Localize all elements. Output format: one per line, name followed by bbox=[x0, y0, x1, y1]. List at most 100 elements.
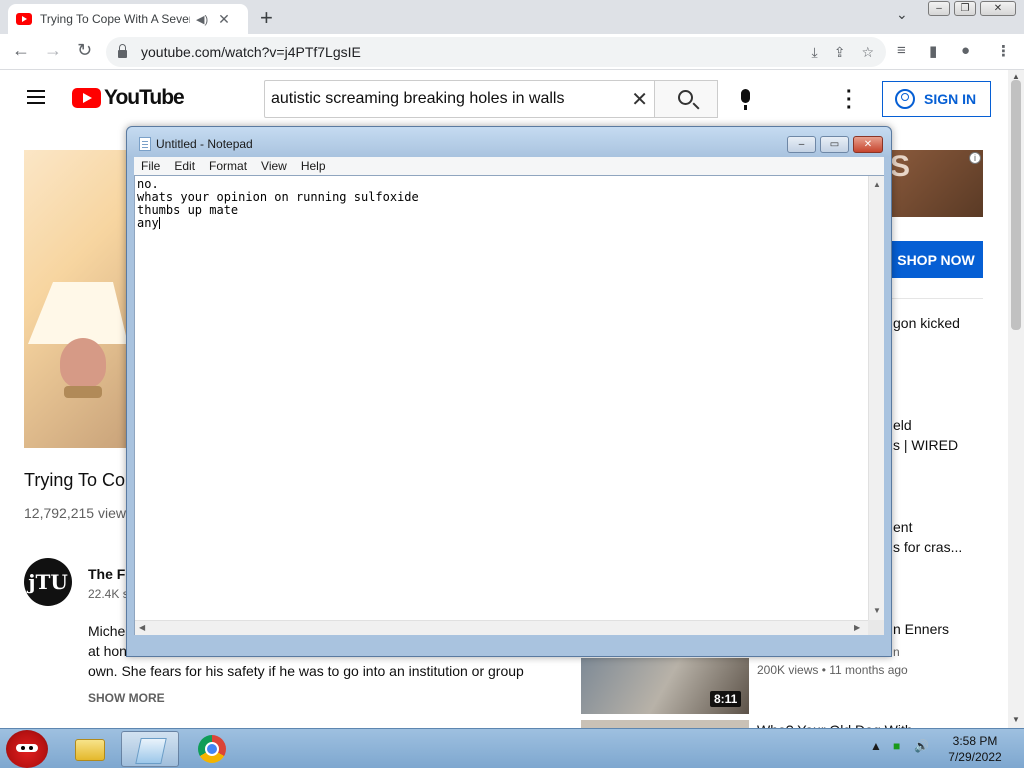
hamburger-menu-icon[interactable] bbox=[27, 90, 45, 104]
notepad-vertical-scrollbar[interactable]: ▲ ▼ bbox=[868, 176, 884, 620]
video-player[interactable] bbox=[24, 150, 128, 448]
recommended-title[interactable]: n Enners bbox=[893, 621, 949, 637]
browser-tab-strip: Trying To Cope With A Severely Autistic … bbox=[0, 0, 1024, 34]
recommended-title-line2[interactable]: s for cras... bbox=[893, 539, 962, 555]
clock-date: 7/29/2022 bbox=[948, 750, 1002, 764]
show-more-button[interactable]: SHOW MORE bbox=[88, 691, 165, 705]
lock-icon[interactable] bbox=[118, 44, 127, 58]
recommended-title[interactable]: ent bbox=[893, 519, 912, 535]
notepad-maximize-button[interactable]: ▭ bbox=[820, 136, 849, 153]
scroll-down-arrow-icon[interactable]: ▼ bbox=[1012, 715, 1020, 724]
volume-icon[interactable]: 🔊 bbox=[914, 739, 929, 753]
media-controls-icon[interactable]: ≡ bbox=[897, 42, 906, 59]
recommended-title[interactable]: gon kicked bbox=[893, 315, 960, 331]
network-icon[interactable]: ■ bbox=[893, 739, 900, 753]
browser-minimize-button[interactable]: – bbox=[928, 1, 950, 16]
video-title: Trying To Co bbox=[24, 470, 126, 490]
browser-tab-youtube[interactable]: Trying To Cope With A Severely Autistic … bbox=[8, 4, 248, 34]
taskbar-chrome[interactable] bbox=[183, 731, 241, 767]
recommended-title-line2[interactable]: s | WIRED bbox=[893, 437, 958, 453]
scroll-thumb[interactable] bbox=[1011, 80, 1021, 330]
scroll-left-arrow-icon[interactable]: ◀ bbox=[139, 623, 145, 632]
lamp-foot bbox=[64, 386, 102, 398]
side-panel-icon[interactable]: ▮ bbox=[929, 42, 937, 60]
chrome-icon bbox=[198, 735, 226, 763]
lamp-base bbox=[60, 338, 106, 388]
notepad-horizontal-scrollbar[interactable]: ◀ ▶ bbox=[135, 620, 868, 635]
tab-title: Trying To Cope With A Severely Autistic … bbox=[40, 12, 190, 26]
resize-grip[interactable] bbox=[868, 620, 884, 635]
notepad-title: Untitled - Notepad bbox=[156, 137, 253, 151]
chrome-menu-icon[interactable]: ⋮ bbox=[996, 42, 1011, 60]
view-count: 12,792,215 view bbox=[24, 505, 126, 521]
youtube-logo-icon[interactable] bbox=[72, 88, 101, 108]
back-arrow-icon[interactable]: ← bbox=[12, 40, 30, 61]
youtube-header: YouTube autistic screaming breaking hole… bbox=[0, 70, 1008, 128]
microphone-icon[interactable] bbox=[741, 89, 750, 110]
youtube-search-input[interactable]: autistic screaming breaking holes in wal… bbox=[264, 80, 655, 118]
address-bar[interactable]: youtube.com/watch?v=j4PTf7LgsIE ⤓ ⇪ ☆ bbox=[106, 37, 886, 67]
channel-name[interactable]: The Fl bbox=[88, 566, 129, 582]
youtube-favicon-icon bbox=[16, 13, 32, 25]
channel-avatar[interactable]: jTU bbox=[24, 558, 72, 606]
reload-icon[interactable]: ↻ bbox=[77, 40, 92, 61]
text-line: thumbs up mate bbox=[137, 203, 239, 217]
text-line: whats your opinion on running sulfoxide bbox=[137, 190, 419, 204]
browser-restore-button[interactable]: ❐ bbox=[954, 1, 976, 16]
account-icon bbox=[895, 89, 915, 109]
scroll-down-arrow-icon[interactable]: ▼ bbox=[873, 606, 881, 615]
taskbar-notepad[interactable] bbox=[121, 731, 179, 767]
menu-file[interactable]: File bbox=[134, 159, 167, 173]
notepad-window[interactable]: Untitled - Notepad – ▭ ✕ File Edit Forma… bbox=[126, 126, 892, 657]
notepad-minimize-button[interactable]: – bbox=[787, 136, 816, 153]
taskbar-clock[interactable]: 3:58 PM 7/29/2022 bbox=[940, 733, 1010, 765]
clear-search-icon[interactable]: ✕ bbox=[631, 87, 648, 112]
scroll-up-arrow-icon[interactable]: ▲ bbox=[873, 180, 881, 189]
forward-arrow-icon[interactable]: → bbox=[44, 40, 62, 61]
search-query[interactable]: autistic screaming breaking holes in wal… bbox=[271, 90, 564, 108]
notepad-content[interactable]: no. whats your opinion on running sulfox… bbox=[137, 178, 419, 230]
close-tab-icon[interactable]: ✕ bbox=[218, 11, 230, 28]
settings-kebab-icon[interactable]: · · · bbox=[846, 82, 853, 118]
new-tab-button[interactable]: + bbox=[260, 5, 273, 31]
install-icon[interactable]: ⤓ bbox=[812, 44, 818, 61]
menu-edit[interactable]: Edit bbox=[167, 159, 202, 173]
notepad-icon bbox=[139, 137, 151, 151]
tab-search-chevron-icon[interactable]: ⌄ bbox=[896, 6, 908, 23]
search-button[interactable] bbox=[654, 80, 718, 118]
show-hidden-icons-icon[interactable]: ▲ bbox=[870, 739, 882, 753]
recommended-channel: n bbox=[893, 645, 900, 659]
bookmark-star-icon[interactable]: ☆ bbox=[861, 44, 874, 61]
page-scrollbar[interactable]: ▲ ▼ bbox=[1008, 70, 1024, 728]
sign-in-button[interactable]: SIGN IN bbox=[882, 81, 991, 117]
sign-in-label: SIGN IN bbox=[924, 91, 977, 107]
search-icon bbox=[678, 90, 693, 105]
subscriber-count: 22.4K s bbox=[88, 587, 129, 601]
text-caret bbox=[158, 217, 160, 229]
menu-format[interactable]: Format bbox=[202, 159, 254, 173]
share-icon[interactable]: ⇪ bbox=[834, 44, 846, 61]
recommended-meta: 200K views • 11 months ago bbox=[757, 663, 908, 677]
profile-avatar-icon[interactable]: ● bbox=[961, 42, 970, 59]
browser-close-button[interactable]: ✕ bbox=[980, 1, 1016, 16]
recommended-title[interactable]: eld bbox=[893, 417, 912, 433]
scroll-right-arrow-icon[interactable]: ▶ bbox=[854, 623, 860, 632]
taskbar-explorer[interactable] bbox=[60, 731, 118, 767]
notepad-icon bbox=[135, 738, 167, 764]
video-duration-badge: 8:11 bbox=[710, 691, 742, 707]
clock-time: 3:58 PM bbox=[952, 734, 998, 748]
start-button-icon[interactable] bbox=[6, 730, 48, 768]
folder-icon bbox=[75, 739, 105, 761]
browser-toolbar: ← → ↻ youtube.com/watch?v=j4PTf7LgsIE ⤓ … bbox=[0, 34, 1024, 70]
menu-help[interactable]: Help bbox=[294, 159, 333, 173]
youtube-logo-text[interactable]: YouTube bbox=[104, 86, 185, 110]
url-text[interactable]: youtube.com/watch?v=j4PTf7LgsIE bbox=[141, 44, 361, 60]
menu-view[interactable]: View bbox=[254, 159, 294, 173]
ad-info-icon[interactable]: i bbox=[969, 152, 981, 164]
shop-now-button[interactable]: SHOP NOW bbox=[889, 241, 983, 278]
speaker-icon[interactable]: ◀) bbox=[196, 13, 208, 26]
notepad-close-button[interactable]: ✕ bbox=[853, 136, 883, 153]
notepad-titlebar[interactable]: Untitled - Notepad – ▭ ✕ bbox=[127, 127, 891, 157]
recommended-thumbnail[interactable] bbox=[581, 720, 749, 728]
notepad-text-area[interactable]: no. whats your opinion on running sulfox… bbox=[134, 175, 884, 635]
